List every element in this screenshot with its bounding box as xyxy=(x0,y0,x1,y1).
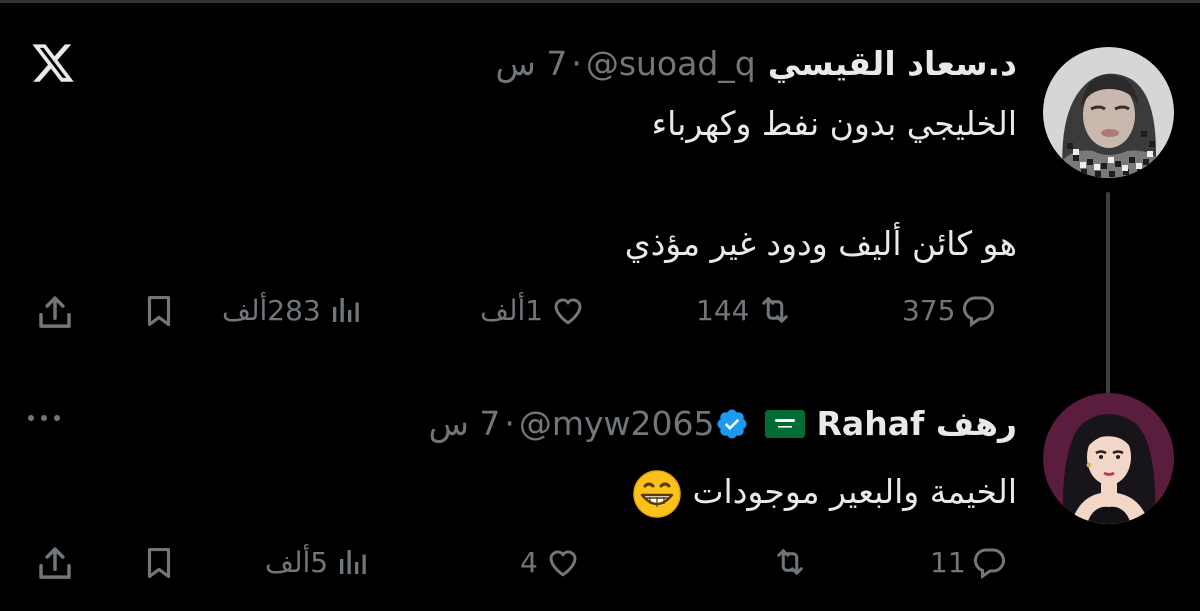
reply-icon xyxy=(973,548,1005,580)
analytics-icon xyxy=(332,298,359,322)
user-handle[interactable]: @suoad_q xyxy=(586,44,756,83)
like-button[interactable]: 4 xyxy=(520,544,582,580)
like-button[interactable]: 1ألف xyxy=(480,292,587,328)
x-logo-icon[interactable] xyxy=(30,40,76,86)
views-button[interactable]: 5ألف xyxy=(265,544,370,580)
display-name[interactable]: د.سعاد القيسي xyxy=(768,44,1017,83)
share-button[interactable] xyxy=(34,292,76,334)
tweet-header: رهف Rahaf @myw2065 · 7 س xyxy=(429,404,1017,443)
retweet-icon xyxy=(762,297,789,323)
analytics-icon xyxy=(340,550,366,574)
avatar[interactable] xyxy=(1043,393,1174,524)
retweet-button[interactable] xyxy=(764,544,810,580)
views-count: 283ألف xyxy=(222,293,321,327)
share-button[interactable] xyxy=(34,543,76,585)
bookmark-button[interactable] xyxy=(140,544,178,582)
reply-button[interactable]: 375 xyxy=(902,292,997,328)
tweet-text-line-2: هو كائن أليف ودود غير مؤذي xyxy=(624,224,1017,263)
bookmark-button[interactable] xyxy=(140,292,178,330)
views-count: 5ألف xyxy=(265,545,329,579)
retweet-button[interactable]: 144 xyxy=(696,292,795,328)
more-options-icon[interactable] xyxy=(28,415,60,421)
share-icon xyxy=(39,547,71,579)
bookmark-icon xyxy=(147,547,171,579)
verified-badge-icon[interactable] xyxy=(715,407,749,441)
reply-count: 11 xyxy=(930,545,966,579)
tweet-text-content: الخيمة والبعير موجودات xyxy=(692,472,1017,511)
grinning-face-emoji-icon xyxy=(633,469,681,518)
saudi-flag-icon xyxy=(764,409,805,438)
like-count: 4 xyxy=(520,545,538,579)
tweet-text: الخيمة والبعير موجودات xyxy=(632,466,1017,519)
top-divider xyxy=(0,0,1200,3)
tweet-text-line-1: الخليجي بدون نفط وكهرباء xyxy=(651,104,1017,143)
views-button[interactable]: 283ألف xyxy=(222,292,363,328)
like-count: 1ألف xyxy=(480,293,544,327)
meta-separator: · xyxy=(504,404,515,443)
reply-icon xyxy=(963,296,995,328)
share-icon xyxy=(39,296,71,328)
timestamp[interactable]: 7 س xyxy=(429,404,501,443)
retweet-count: 144 xyxy=(696,293,750,327)
meta-separator: · xyxy=(571,44,582,83)
bookmark-icon xyxy=(147,295,171,327)
heart-icon xyxy=(554,298,582,325)
display-name[interactable]: رهف Rahaf xyxy=(817,404,1017,443)
tweet-header: د.سعاد القيسي @suoad_q · 7 س xyxy=(496,44,1017,83)
timestamp[interactable]: 7 س xyxy=(496,44,568,83)
avatar[interactable] xyxy=(1043,47,1174,178)
reply-count: 375 xyxy=(902,293,956,327)
heart-icon xyxy=(549,550,577,577)
retweet-icon xyxy=(777,549,803,575)
user-handle[interactable]: @myw2065 xyxy=(519,404,715,443)
reply-button[interactable]: 11 xyxy=(930,544,1008,580)
thread-connector-line xyxy=(1106,192,1110,394)
